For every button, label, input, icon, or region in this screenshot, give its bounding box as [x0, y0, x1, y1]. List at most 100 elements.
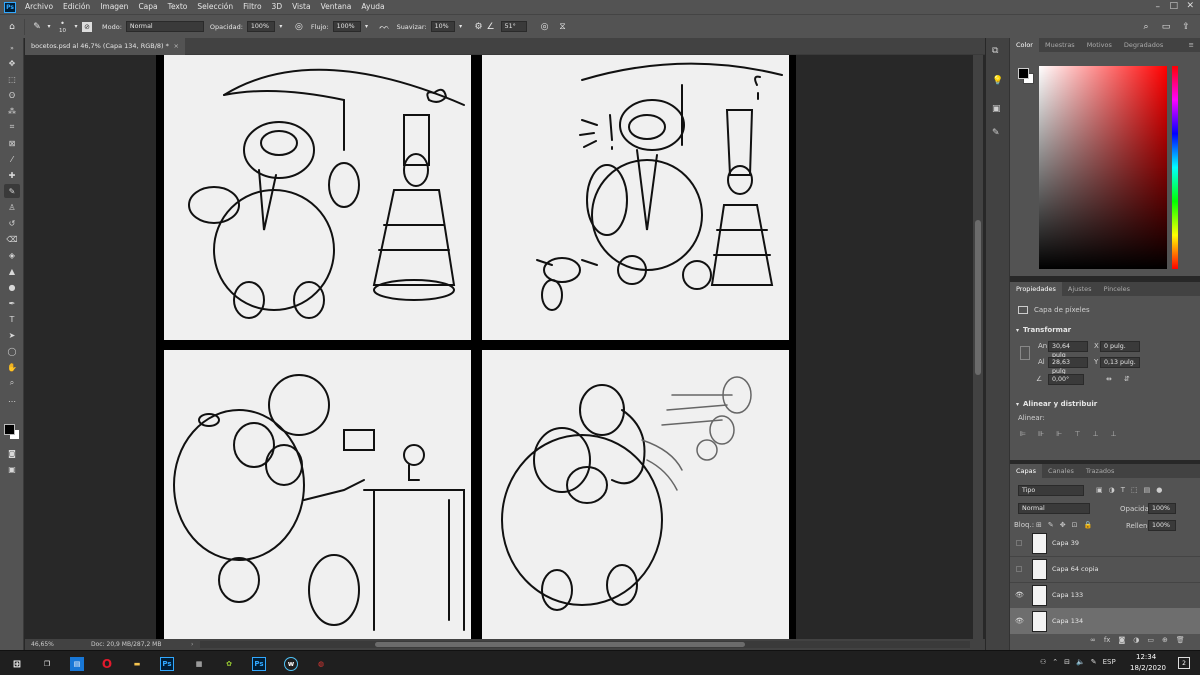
filter-shape-icon[interactable]: ⬚: [1131, 486, 1138, 494]
photoshop-taskbar-icon[interactable]: Ps: [160, 657, 174, 671]
align-right-icon[interactable]: ⊩: [1056, 430, 1062, 438]
photoshop-alt-icon[interactable]: Ps: [252, 657, 266, 671]
lock-position-icon[interactable]: ✥: [1060, 521, 1066, 529]
lock-transparency-icon[interactable]: ⊞: [1036, 521, 1042, 529]
width-field[interactable]: 30,64 pulg: [1048, 341, 1088, 359]
menu-imagen[interactable]: Imagen: [95, 0, 133, 14]
angle-field[interactable]: 51°: [500, 21, 527, 32]
mode-select[interactable]: Normal: [125, 21, 204, 32]
app-icon[interactable]: ◍: [314, 657, 328, 671]
flip-vertical-icon[interactable]: ⇵: [1124, 375, 1130, 383]
layer-row[interactable]: 👁 Capa 133: [1010, 582, 1200, 609]
chevron-down-icon[interactable]: ▾: [43, 21, 55, 33]
history-panel-icon[interactable]: ⧉: [992, 46, 998, 56]
lock-artboard-icon[interactable]: ⊡: [1072, 521, 1078, 529]
language-indicator[interactable]: ESP: [1103, 658, 1116, 666]
pressure-opacity-icon[interactable]: ◎: [293, 21, 305, 33]
people-icon[interactable]: ⚇: [1040, 658, 1046, 666]
menu-filtro[interactable]: Filtro: [238, 0, 266, 14]
home-icon[interactable]: ⌂: [6, 21, 18, 33]
transform-chevron-icon[interactable]: ▾: [1016, 327, 1019, 334]
tab-propiedades[interactable]: Propiedades: [1010, 282, 1062, 296]
brush-size-chevron-icon[interactable]: ▾: [70, 21, 82, 33]
layer-row-selected[interactable]: 👁 Capa 134: [1010, 608, 1200, 634]
libraries-panel-icon[interactable]: ▣: [992, 104, 1001, 114]
status-menu-icon[interactable]: ›: [191, 641, 193, 648]
visibility-toggle[interactable]: [1016, 566, 1022, 572]
smooth-chevron-icon[interactable]: ▾: [455, 21, 467, 33]
volume-icon[interactable]: 🔈: [1076, 658, 1085, 666]
opera-icon[interactable]: O: [100, 657, 114, 671]
tab-pinceles[interactable]: Pinceles: [1098, 282, 1136, 296]
brush-size-value[interactable]: 10: [59, 28, 66, 34]
layer-row[interactable]: Capa 39: [1010, 530, 1200, 557]
flow-field[interactable]: 100%: [332, 21, 361, 32]
quick-mask-icon[interactable]: ◙: [4, 446, 20, 460]
menu-seleccion[interactable]: Selección: [192, 0, 238, 14]
vertical-scrollbar[interactable]: [973, 55, 983, 639]
eye-icon[interactable]: 👁: [1015, 617, 1024, 625]
path-selection-tool-icon[interactable]: ➤: [4, 328, 20, 342]
brush-tool-icon[interactable]: ✎: [4, 184, 20, 198]
magic-wand-tool-icon[interactable]: ⁂: [4, 104, 20, 118]
task-view-icon[interactable]: ❐: [40, 657, 54, 671]
tab-ajustes[interactable]: Ajustes: [1062, 282, 1098, 296]
wacom-icon[interactable]: w: [284, 657, 298, 671]
align-left-icon[interactable]: ⊫: [1020, 430, 1026, 438]
filter-smart-icon[interactable]: ▤: [1144, 486, 1151, 494]
align-bottom-icon[interactable]: ⊥: [1111, 430, 1117, 438]
foreground-color-swatch[interactable]: [4, 424, 15, 435]
menu-archivo[interactable]: Archivo: [20, 0, 58, 14]
symmetry-icon[interactable]: ⧖: [557, 21, 569, 33]
canvas[interactable]: [156, 55, 796, 639]
link-icon[interactable]: [1020, 346, 1030, 360]
align-vcenter-icon[interactable]: ⊥: [1092, 430, 1098, 438]
menu-edicion[interactable]: Edición: [58, 0, 95, 14]
show-hidden-icon[interactable]: ⌃: [1052, 658, 1058, 666]
clone-stamp-tool-icon[interactable]: ♙: [4, 200, 20, 214]
maximize-icon[interactable]: □: [1169, 1, 1178, 11]
clock-time[interactable]: 12:34: [1136, 653, 1156, 661]
dodge-tool-icon[interactable]: ●: [4, 280, 20, 294]
pen-tool-icon[interactable]: ✒: [4, 296, 20, 310]
marquee-tool-icon[interactable]: ⬚: [4, 72, 20, 86]
fg-color-swatch[interactable]: [1018, 68, 1029, 79]
workspace-icon[interactable]: ▭: [1160, 21, 1172, 33]
angle-icon[interactable]: ∠: [485, 21, 497, 33]
eye-icon[interactable]: 👁: [1015, 591, 1024, 599]
filter-toggle-icon[interactable]: ●: [1156, 486, 1162, 494]
y-field[interactable]: 0,13 pulg.: [1100, 357, 1140, 368]
comic-panel-1[interactable]: [164, 55, 471, 340]
explorer-app-icon[interactable]: ▤: [70, 657, 84, 671]
close-icon[interactable]: ✕: [1186, 1, 1194, 11]
tab-color[interactable]: Color: [1010, 38, 1039, 52]
tab-capas[interactable]: Capas: [1010, 464, 1043, 478]
minimize-icon[interactable]: –: [1156, 2, 1161, 12]
close-tab-icon[interactable]: ×: [174, 38, 179, 55]
filter-type-icon[interactable]: T: [1121, 486, 1125, 494]
tab-degradados[interactable]: Degradados: [1118, 38, 1169, 52]
tab-motivos[interactable]: Motivos: [1081, 38, 1118, 52]
network-icon[interactable]: ⊟: [1064, 658, 1070, 666]
hand-tool-icon[interactable]: ✋: [4, 360, 20, 374]
frame-tool-icon[interactable]: ⊠: [4, 136, 20, 150]
opacity-chevron-icon[interactable]: ▾: [275, 21, 287, 33]
pressure-size-icon[interactable]: ◎: [539, 21, 551, 33]
comic-panel-3[interactable]: [164, 350, 471, 639]
gear-icon[interactable]: ⚙: [473, 21, 485, 33]
menu-ventana[interactable]: Ventana: [316, 0, 357, 14]
comic-panel-4[interactable]: [482, 350, 789, 639]
paint-bucket-tool-icon[interactable]: ◈: [4, 248, 20, 262]
add-mask-icon[interactable]: ◙: [1118, 636, 1125, 644]
color-field[interactable]: [1039, 66, 1167, 269]
brush-settings-icon[interactable]: ⊘: [82, 21, 92, 32]
fx-button[interactable]: fx: [1104, 636, 1111, 644]
tab-muestras[interactable]: Muestras: [1039, 38, 1081, 52]
horizontal-scrollbar[interactable]: [200, 641, 970, 648]
crop-tool-icon[interactable]: ⌗: [4, 120, 20, 134]
align-chevron-icon[interactable]: ▾: [1016, 401, 1019, 408]
menu-capa[interactable]: Capa: [133, 0, 162, 14]
more-tools-icon[interactable]: ⋯: [4, 394, 20, 408]
brush-tool-preset-icon[interactable]: ✎: [31, 21, 43, 33]
airbrush-icon[interactable]: ᨓ: [379, 21, 391, 33]
